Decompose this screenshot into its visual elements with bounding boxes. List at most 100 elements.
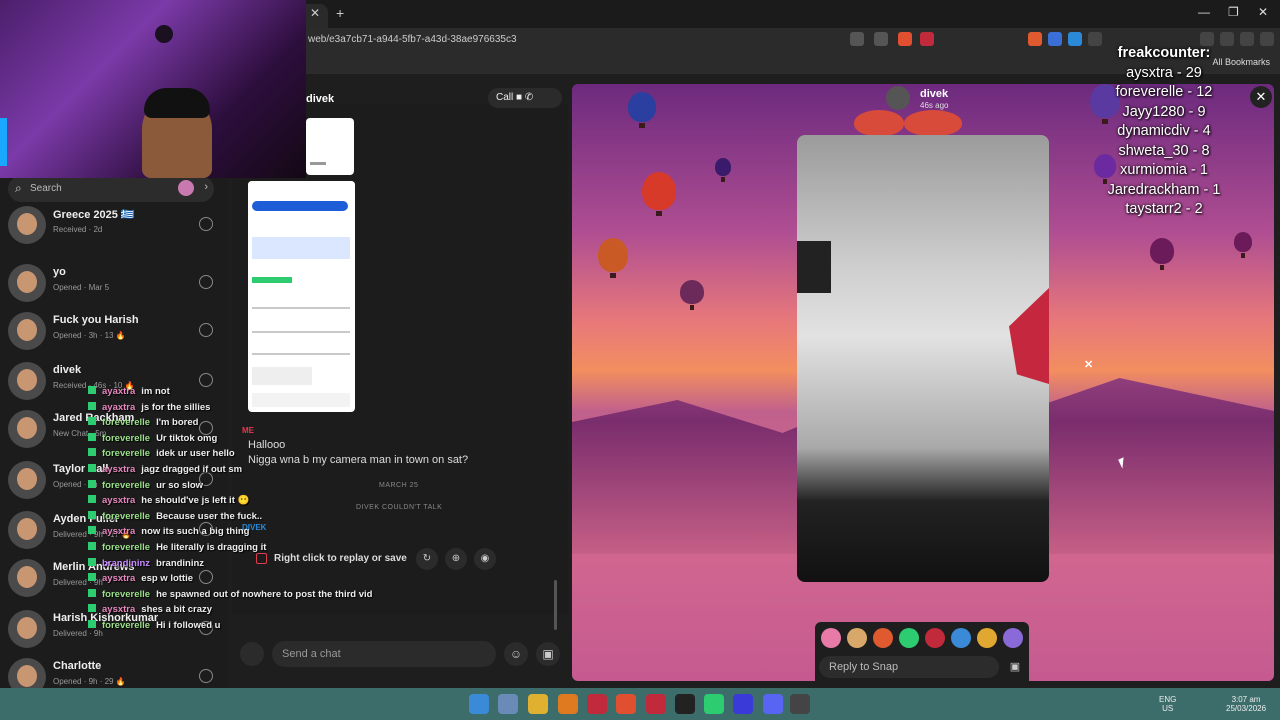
share-icon[interactable]: [874, 32, 888, 46]
chat-username: foreverelle: [102, 432, 151, 444]
reaction-bar: [815, 622, 1029, 652]
phone-icon[interactable]: ✆: [525, 92, 533, 103]
avatar[interactable]: [8, 610, 46, 648]
replay-icon[interactable]: ↻: [416, 548, 438, 570]
app-icon[interactable]: [790, 694, 810, 714]
chat-username: foreverelle: [102, 417, 151, 429]
reaction-bitmoji[interactable]: [1003, 628, 1023, 648]
snap-sender-name: divek: [920, 88, 949, 100]
chat-message: he spawned out of nowhere to post the th…: [156, 588, 373, 600]
reaction-bitmoji[interactable]: [951, 628, 971, 648]
reaction-bitmoji[interactable]: [821, 628, 841, 648]
clock[interactable]: 3:07 am 25/03/2026: [1226, 695, 1266, 713]
brave-icon[interactable]: [616, 694, 636, 714]
reaction-bitmoji[interactable]: [873, 628, 893, 648]
bitmoji-face: [17, 665, 37, 687]
chat-message: I'm bored: [156, 417, 199, 429]
chat-username: ayaxtra: [102, 401, 136, 413]
reaction-bitmoji[interactable]: [847, 628, 867, 648]
app-icon[interactable]: [675, 694, 695, 714]
reaction-bitmoji[interactable]: [899, 628, 919, 648]
extension-icon[interactable]: [1028, 32, 1042, 46]
lang-line1: ENG: [1159, 695, 1177, 704]
discord-icon[interactable]: [763, 694, 783, 714]
conversation-row[interactable]: Greece 2025 🇬🇷 Received · 2d: [0, 200, 228, 250]
mini-close-icon[interactable]: ✕: [1084, 358, 1096, 371]
reply-input[interactable]: Reply to Snap: [819, 656, 999, 678]
stream-chat-line: foreverelle he spawned out of nowhere to …: [88, 588, 372, 605]
chat-header: divek Call ■ ✆: [306, 86, 568, 110]
window-close-icon[interactable]: ✕: [1258, 5, 1268, 19]
url-text[interactable]: web/e3a7cb71-a944-5fb7-a43d-38ae976635c3: [308, 34, 517, 45]
start-icon[interactable]: [469, 694, 489, 714]
bitmoji-avatar[interactable]: [178, 180, 194, 196]
snap-replay-row[interactable]: Right click to replay or save ↻ ⊕ ◉: [250, 548, 504, 570]
chevron-right-icon[interactable]: ›: [204, 181, 208, 193]
search-taskbar-icon[interactable]: [498, 694, 518, 714]
call-button[interactable]: Call ■ ✆: [488, 88, 562, 108]
avatar[interactable]: [886, 86, 910, 110]
app-icon[interactable]: [733, 694, 753, 714]
sticker-icon[interactable]: ▣: [536, 642, 560, 666]
taskbar: ENG US 3:07 am 25/03/2026: [0, 688, 1280, 720]
counter-line: foreverelle - 12: [1115, 84, 1213, 100]
camera-icon[interactable]: [240, 642, 264, 666]
brave-rewards-icon[interactable]: [920, 32, 934, 46]
vpn-icon[interactable]: [1240, 32, 1254, 46]
counter-line: aysxtra - 29: [1126, 64, 1202, 81]
extension-icon[interactable]: [1068, 32, 1082, 46]
shared-screenshot-1[interactable]: [306, 118, 354, 175]
avatar[interactable]: [8, 206, 46, 244]
app-icon[interactable]: [704, 694, 724, 714]
bitmoji-face: [17, 319, 37, 341]
tab-close-icon[interactable]: ✕: [310, 6, 320, 20]
search-bar[interactable]: ⌕ Search ›: [8, 176, 214, 202]
chat-scrollbar[interactable]: [554, 580, 557, 630]
app-icon[interactable]: [558, 694, 578, 714]
app-icon[interactable]: [646, 694, 666, 714]
camera-icon[interactable]: ◉: [474, 548, 496, 570]
avatar[interactable]: [8, 312, 46, 350]
minimize-icon[interactable]: —: [1198, 5, 1210, 19]
avatar[interactable]: [8, 559, 46, 597]
message-text: Nigga wna b my camera man in town on sat…: [248, 454, 469, 466]
counter-line: dynamicdiv - 4: [1117, 123, 1211, 139]
menu-icon[interactable]: [1260, 32, 1274, 46]
balloon: [715, 158, 731, 182]
conversation-status: Opened · 9h · 29 🔥: [53, 677, 126, 686]
cast-icon[interactable]: [850, 32, 864, 46]
avatar[interactable]: [8, 362, 46, 400]
emoji-icon[interactable]: ☺: [504, 642, 528, 666]
conversation-row[interactable]: Fuck you Harish Opened · 3h · 13 🔥: [0, 306, 228, 356]
composer: Send a chat ☺ ▣: [240, 640, 568, 668]
camera-icon[interactable]: [199, 323, 213, 337]
avatar[interactable]: [8, 264, 46, 302]
camera-icon[interactable]: [199, 217, 213, 231]
extension-icon[interactable]: [1048, 32, 1062, 46]
camera-icon[interactable]: [199, 275, 213, 289]
conversation-row[interactable]: yo Opened · Mar 5: [0, 258, 228, 308]
avatar[interactable]: [8, 461, 46, 499]
chat-username: aysxtra: [102, 573, 136, 585]
shared-screenshot-2[interactable]: [248, 181, 355, 412]
save-icon[interactable]: ⊕: [445, 548, 467, 570]
avatar[interactable]: [8, 511, 46, 549]
sticker-icon[interactable]: ▣: [1005, 657, 1025, 677]
video-icon[interactable]: ■: [516, 92, 522, 103]
brave-shield-icon[interactable]: [898, 32, 912, 46]
restore-icon[interactable]: ❐: [1228, 5, 1239, 19]
file-explorer-icon[interactable]: [528, 694, 548, 714]
chat-input[interactable]: Send a chat: [272, 641, 496, 667]
camera-icon[interactable]: [199, 669, 213, 683]
camera-icon[interactable]: [199, 373, 213, 387]
reaction-bitmoji[interactable]: [925, 628, 945, 648]
snap-sender[interactable]: divek 46s ago: [886, 86, 962, 112]
avatar[interactable]: [8, 410, 46, 448]
language-indicator[interactable]: ENG US: [1159, 695, 1176, 713]
close-snap-button[interactable]: ✕: [1250, 86, 1272, 108]
app-icon[interactable]: [587, 694, 607, 714]
stream-chat-line: foreverelle idek ur user hello: [88, 448, 258, 464]
new-tab-icon[interactable]: +: [336, 5, 344, 21]
counter-line: Jayy1280 - 9: [1122, 103, 1206, 120]
reaction-bitmoji[interactable]: [977, 628, 997, 648]
